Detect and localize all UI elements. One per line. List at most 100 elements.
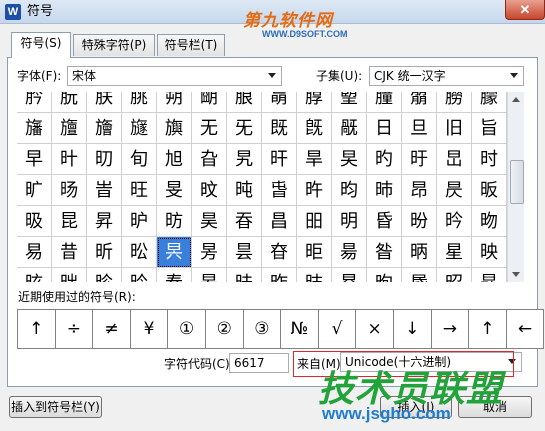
grid-cell[interactable]: 昞 (402, 237, 437, 268)
grid-cell[interactable]: 旽 (227, 175, 262, 206)
tab-symbols[interactable]: 符号(S) (11, 32, 71, 58)
grid-cell[interactable]: 昡 (17, 268, 52, 282)
grid-cell[interactable]: 旭 (157, 144, 192, 175)
grid-cell[interactable]: 旛 (17, 113, 52, 144)
grid-cell[interactable]: 昃 (437, 175, 472, 206)
grid-cell[interactable]: 旪 (52, 144, 87, 175)
grid-cell[interactable]: 旼 (192, 175, 227, 206)
recent-symbol[interactable]: ↑ (468, 309, 507, 349)
grid-cell[interactable]: 朥 (437, 92, 472, 113)
tab-special-characters[interactable]: 特殊字符(P) (73, 34, 155, 56)
grid-cell[interactable]: 旡 (227, 113, 262, 144)
grid-cell[interactable]: 朊 (52, 92, 87, 113)
grid-cell[interactable]: 朤 (402, 92, 437, 113)
recent-symbol[interactable]: × (355, 309, 394, 349)
recent-symbol[interactable]: ÷ (54, 309, 94, 349)
grid-cell[interactable]: 昔 (52, 237, 87, 268)
grid-cell[interactable]: 旺 (122, 175, 157, 206)
grid-cell[interactable]: 昇 (87, 206, 122, 237)
grid-cell[interactable]: 旜 (52, 113, 87, 144)
grid-cell[interactable]: 昝 (367, 237, 402, 268)
grid-cell[interactable]: 昒 (472, 206, 507, 237)
grid-cell[interactable]: 昬 (402, 268, 437, 282)
grid-cell[interactable]: 旧 (437, 113, 472, 144)
scroll-down-icon[interactable] (512, 272, 520, 277)
recent-symbol[interactable]: ← (505, 309, 545, 349)
char-code-input[interactable]: 6617 (229, 353, 289, 373)
scrollbar-thumb[interactable] (510, 160, 524, 204)
font-select[interactable]: 宋体 (67, 66, 282, 86)
scroll-up-icon[interactable] (512, 97, 520, 102)
grid-cell[interactable]: 日 (367, 113, 402, 144)
grid-cell[interactable]: 旹 (87, 175, 122, 206)
grid-cell[interactable]: 旟 (157, 113, 192, 144)
grid-cell[interactable]: 时 (472, 144, 507, 175)
grid-cell[interactable]: 明 (332, 206, 367, 237)
grid-cell[interactable]: 昈 (122, 206, 157, 237)
grid-cell[interactable]: 昉 (157, 206, 192, 237)
grid-cell[interactable]: 朓 (122, 92, 157, 113)
grid-cell[interactable]: 易 (17, 237, 52, 268)
grid-cell[interactable]: 昄 (472, 175, 507, 206)
grid-cell[interactable]: 旿 (297, 175, 332, 206)
grid-cell[interactable]: 旨 (472, 113, 507, 144)
grid-cell[interactable]: 旵 (437, 144, 472, 175)
recent-symbol[interactable]: ① (167, 309, 206, 349)
grid-cell[interactable]: 星 (437, 237, 472, 268)
recent-symbol[interactable]: ↑ (17, 309, 56, 349)
grid-cell[interactable]: 春 (157, 268, 192, 282)
grid-cell[interactable]: 昍 (297, 206, 332, 237)
grid-cell[interactable]: 既 (262, 113, 297, 144)
grid-cell[interactable]: 昆 (52, 206, 87, 237)
grid-cell[interactable]: 昕 (87, 237, 122, 268)
grid-cell[interactable]: 无 (192, 113, 227, 144)
recent-symbol[interactable]: ↓ (392, 309, 432, 349)
grid-cell[interactable]: 旯 (227, 144, 262, 175)
grid-cell[interactable]: 映 (472, 237, 507, 268)
grid-cell[interactable]: 昛 (297, 237, 332, 268)
grid-cell[interactable]: 旞 (122, 113, 157, 144)
grid-cell[interactable]: 昗 (157, 237, 192, 268)
recent-symbol[interactable]: √ (317, 309, 357, 349)
grid-cell[interactable]: 昙 (227, 237, 262, 268)
grid-cell[interactable]: 旾 (262, 175, 297, 206)
grid-cell[interactable]: 旫 (87, 144, 122, 175)
grid-cell[interactable]: 旦 (402, 113, 437, 144)
grid-cell[interactable]: 朔 (157, 92, 192, 113)
grid-cell[interactable]: 昑 (437, 206, 472, 237)
grid-cell[interactable]: 朢 (332, 92, 367, 113)
grid-cell[interactable]: 旣 (297, 113, 332, 144)
recent-symbol[interactable]: ③ (242, 309, 282, 349)
grid-cell[interactable]: 旤 (332, 113, 367, 144)
recent-symbol[interactable]: ② (204, 309, 244, 349)
recent-symbol[interactable]: ≠ (92, 309, 131, 349)
tab-symbol-bar[interactable]: 符号栏(T) (157, 34, 225, 56)
grid-cell[interactable]: 昨 (262, 268, 297, 282)
grid-cell[interactable]: 昮 (472, 268, 507, 282)
recent-symbol[interactable]: № (280, 309, 319, 349)
grid-cell[interactable]: 旸 (52, 175, 87, 206)
grid-cell[interactable]: 朦 (472, 92, 507, 113)
grid-cell[interactable]: 旴 (402, 144, 437, 175)
recent-symbol[interactable]: → (430, 309, 470, 349)
grid-cell[interactable]: 旝 (87, 113, 122, 144)
grid-cell[interactable]: 昪 (332, 268, 367, 282)
grid-cell[interactable]: 昤 (122, 268, 157, 282)
grid-cell[interactable]: 昐 (402, 206, 437, 237)
grid-cell[interactable]: 朖 (227, 92, 262, 113)
grid-cell[interactable]: 昣 (87, 268, 122, 282)
grid-cell[interactable]: 朚 (262, 92, 297, 113)
grid-scrollbar[interactable] (507, 92, 524, 282)
grid-cell[interactable]: 旬 (122, 144, 157, 175)
grid-cell[interactable]: 朣 (367, 92, 402, 113)
grid-cell[interactable]: 肣 (17, 92, 52, 113)
grid-cell[interactable]: 昫 (367, 268, 402, 282)
grid-cell[interactable]: 昀 (332, 175, 367, 206)
grid-cell[interactable]: 昧 (227, 268, 262, 282)
grid-cell[interactable]: 旷 (17, 175, 52, 206)
grid-cell[interactable]: 昅 (17, 206, 52, 237)
close-button[interactable]: ✕ (505, 0, 545, 20)
grid-cell[interactable]: 昭 (437, 268, 472, 282)
grid-cell[interactable]: 昖 (122, 237, 157, 268)
grid-cell[interactable]: 朕 (87, 92, 122, 113)
